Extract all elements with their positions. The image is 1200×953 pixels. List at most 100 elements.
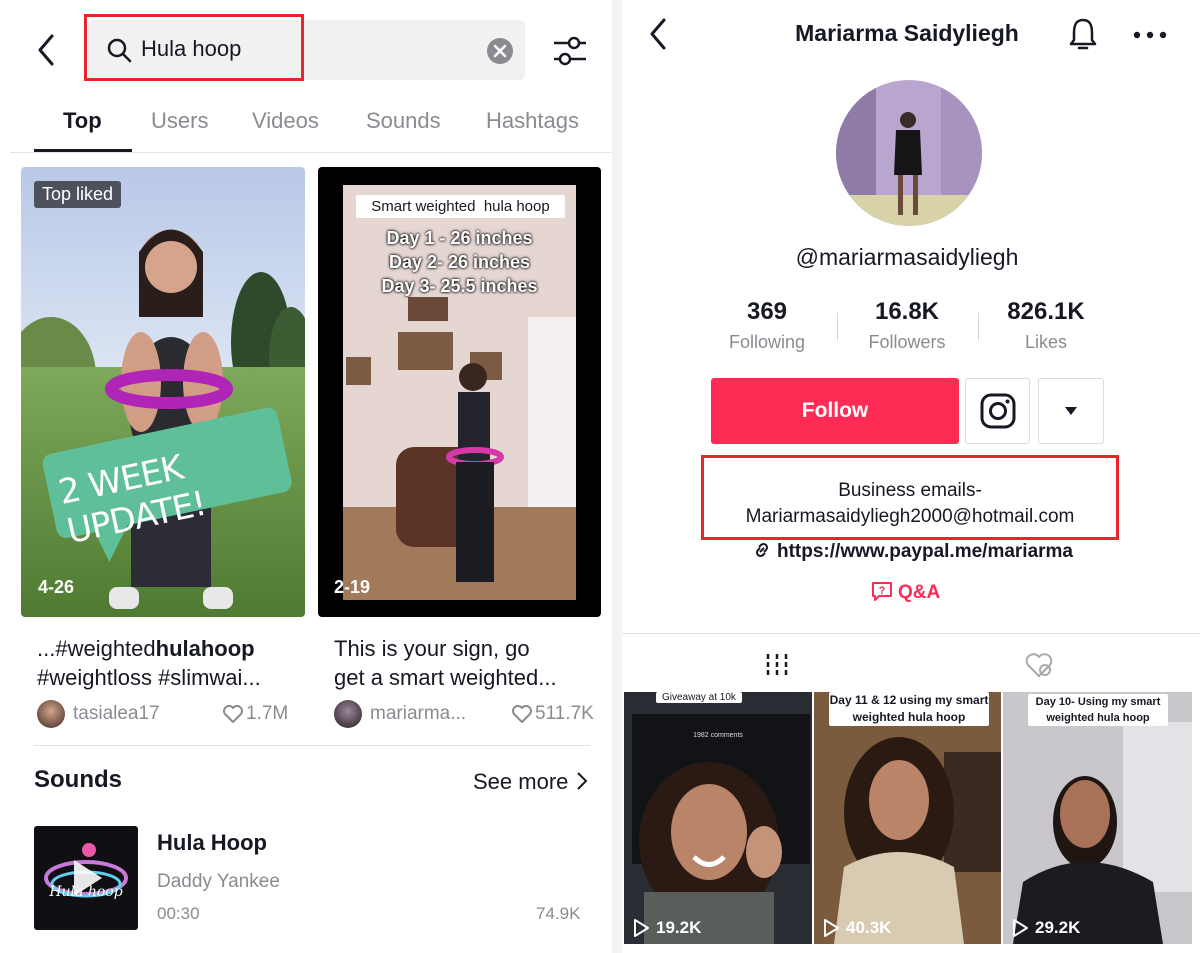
video-like-count: 511.7K xyxy=(535,703,594,724)
sounds-section-title: Sounds xyxy=(34,766,122,793)
see-more-link[interactable]: See more xyxy=(473,769,589,795)
grid-icon xyxy=(766,654,788,676)
video-day-line-2: Day 2- 26 inches xyxy=(388,252,531,272)
see-more-label: See more xyxy=(473,769,569,794)
instagram-button[interactable] xyxy=(965,378,1030,444)
qa-button[interactable]: ? Q&A xyxy=(870,580,940,604)
tab-sounds[interactable]: Sounds xyxy=(366,108,441,134)
chevron-right-icon xyxy=(576,772,587,790)
video-day-line-3: Day 3- 25.5 inches xyxy=(381,276,538,296)
sliders-icon xyxy=(554,36,586,66)
back-button[interactable] xyxy=(30,30,62,70)
back-button[interactable] xyxy=(644,14,674,54)
caption-text: ...#weighted xyxy=(37,636,156,661)
play-icon xyxy=(632,918,650,938)
tab-liked[interactable] xyxy=(1023,651,1055,679)
tile-caption: Giveaway at 10k xyxy=(656,692,742,703)
caption-hashtags: #weightloss #slimwai... xyxy=(37,665,261,690)
stat-value: 369 xyxy=(746,298,788,325)
tile-caption: Day 10- Using my smart weighted hula hoo… xyxy=(1028,694,1168,726)
sound-cover[interactable]: Hula hoop xyxy=(34,826,138,930)
search-tabs: Top Users Videos Sounds Hashtags xyxy=(0,100,612,152)
more-dropdown-button[interactable] xyxy=(1038,378,1104,444)
sound-use-count: 74.9K xyxy=(536,904,581,923)
qa-label: Q&A xyxy=(898,582,941,603)
caption-line-1: Day 10- Using my smart xyxy=(1035,696,1161,708)
search-highlight-box xyxy=(84,14,304,81)
sound-title[interactable]: Hula Hoop xyxy=(157,830,267,856)
video-title-tag: Smart weighted hula hoop xyxy=(356,195,565,218)
profile-avatar[interactable] xyxy=(836,80,982,226)
filter-button[interactable] xyxy=(552,34,588,68)
clear-search-icon[interactable] xyxy=(486,37,514,65)
svg-text:?: ? xyxy=(879,585,886,597)
stat-divider xyxy=(978,313,979,341)
video-thumbnail[interactable]: 2 WEEK UPDATE! Top liked 4-26 xyxy=(21,167,305,617)
tile-view-count: 19.2K xyxy=(656,918,702,937)
video-like-count: 1.7M xyxy=(246,703,289,724)
video-author[interactable]: mariarma... xyxy=(370,703,466,725)
video-author[interactable]: tasialea17 xyxy=(73,703,160,725)
profile-handle: @mariarmasaidyliegh xyxy=(795,244,1019,270)
avatar-image xyxy=(836,80,982,226)
profile-link-text: https://www.paypal.me/mariarma xyxy=(777,541,1073,562)
heart-icon xyxy=(511,704,533,724)
video-thumbnail[interactable]: Smart weighted hula hoop Day 1 - 26 inch… xyxy=(318,167,601,617)
avatar[interactable] xyxy=(37,700,65,728)
follow-button[interactable]: Follow xyxy=(711,378,959,444)
profile-video-tile[interactable]: Day 10- Using my smart weighted hula hoo… xyxy=(1003,692,1192,944)
tabs-divider xyxy=(10,152,612,153)
profile-video-tile[interactable]: Day 11 & 12 using my smart weighted hula… xyxy=(814,692,1001,944)
bio-highlight-box xyxy=(701,455,1119,540)
stat-likes: 826.1K Likes xyxy=(986,298,1106,353)
tile-image xyxy=(624,692,812,944)
link-icon xyxy=(755,542,769,558)
panel-separator xyxy=(612,0,622,953)
profile-video-tile[interactable]: Giveaway at 10k 1982 comments 19.2K xyxy=(624,692,812,944)
video-caption: ...#weightedhulahoop #weightloss #slimwa… xyxy=(37,634,297,692)
tab-videos[interactable]: Videos xyxy=(252,108,319,134)
tab-videos-grid[interactable] xyxy=(764,652,790,678)
more-options-icon[interactable] xyxy=(1133,30,1167,40)
tile-image xyxy=(814,692,1001,944)
stat-value: 16.8K xyxy=(874,298,940,325)
stat-label: Following xyxy=(728,332,806,352)
play-icon xyxy=(822,918,840,938)
qa-icon: ? xyxy=(872,582,892,601)
stat-following[interactable]: 369 Following xyxy=(707,298,827,353)
profile-divider xyxy=(622,633,1200,634)
sound-duration: 00:30 xyxy=(157,904,200,923)
caption-line-1: This is your sign, go xyxy=(334,636,530,661)
avatar[interactable] xyxy=(334,700,362,728)
caption-line-2: weighted hula hoop xyxy=(1046,712,1150,724)
stat-label: Likes xyxy=(1024,332,1068,352)
video-date: 4-26 xyxy=(38,577,75,597)
tile-image xyxy=(1003,692,1192,944)
follow-button-label: Follow xyxy=(801,399,869,422)
video-day-line-1: Day 1 - 26 inches xyxy=(386,228,533,248)
video-preview-image xyxy=(21,167,305,617)
tile-comments-header: 1982 comments xyxy=(693,732,743,739)
top-liked-badge: Top liked xyxy=(34,181,122,208)
tab-users[interactable]: Users xyxy=(151,108,208,134)
section-divider xyxy=(34,745,590,746)
tile-caption: Day 11 & 12 using my smart weighted hula… xyxy=(829,692,989,726)
profile-link[interactable]: https://www.paypal.me/mariarma xyxy=(732,541,1092,563)
tab-hashtags[interactable]: Hashtags xyxy=(486,108,579,134)
video-date: 2-19 xyxy=(334,577,371,597)
stat-divider xyxy=(837,313,838,341)
caption-keyword: hulahoop xyxy=(155,636,255,661)
heart-icon xyxy=(222,704,244,724)
notification-bell-icon[interactable] xyxy=(1068,17,1098,51)
tile-view-count: 40.3K xyxy=(846,918,892,937)
stat-followers[interactable]: 16.8K Followers xyxy=(847,298,967,353)
profile-name: Mariarma Saidyliegh xyxy=(795,20,1019,46)
stat-label: Followers xyxy=(868,332,946,352)
tab-top[interactable]: Top xyxy=(63,108,102,134)
profile-screen: Mariarma Saidyliegh @mariarmasaidyliegh … xyxy=(622,0,1200,953)
tile-view-count: 29.2K xyxy=(1035,918,1081,937)
chevron-left-icon xyxy=(38,34,54,66)
play-icon[interactable] xyxy=(70,858,104,898)
video-caption: This is your sign, go get a smart weight… xyxy=(334,634,596,692)
chevron-left-icon xyxy=(650,18,666,50)
